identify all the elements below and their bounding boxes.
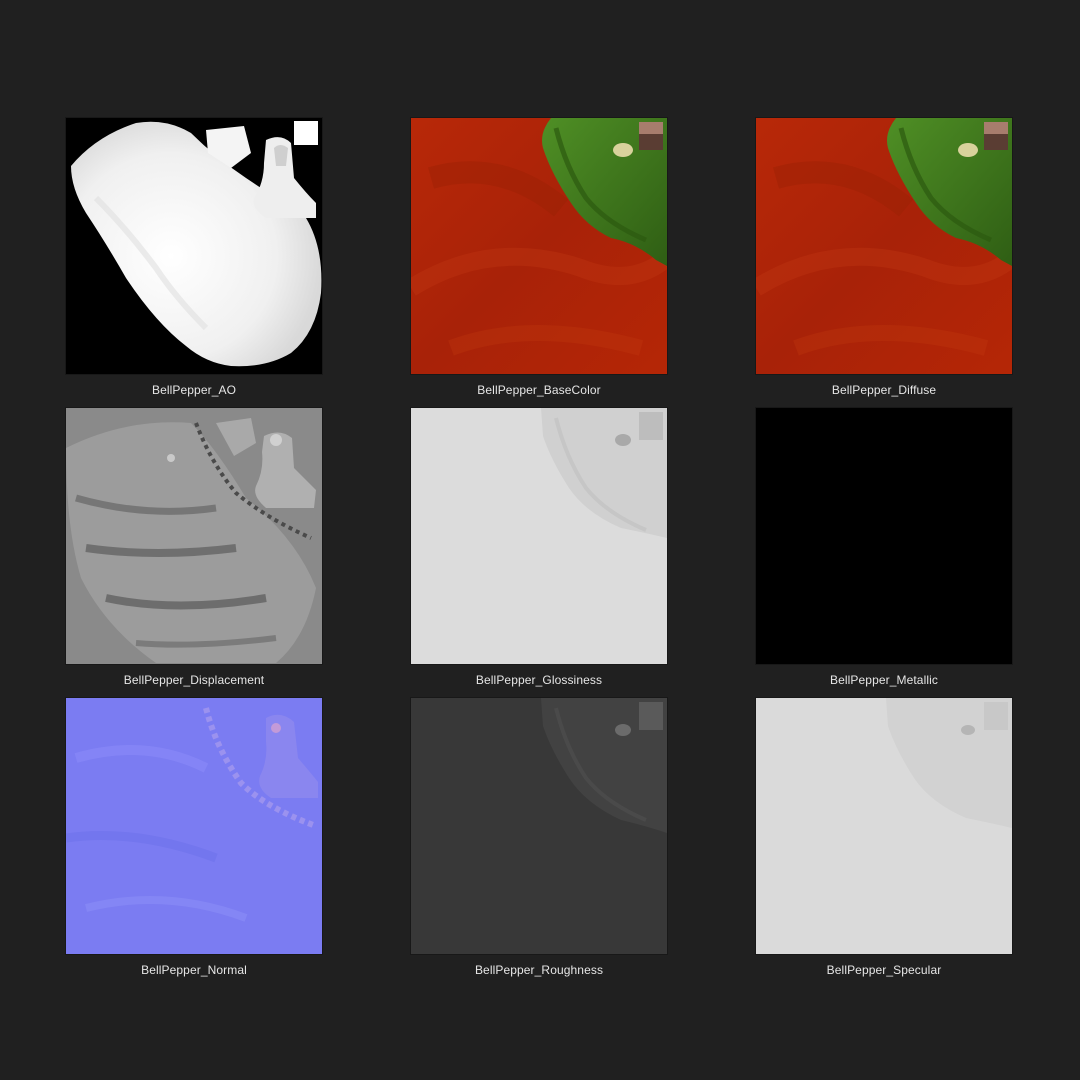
- ao-map-thumbnail[interactable]: [66, 118, 322, 374]
- texture-gallery: BellPepper_AO BellPepper_BaseColor BellP…: [0, 0, 1080, 1080]
- texture-tile-ao[interactable]: BellPepper_AO: [66, 118, 322, 408]
- texture-label: BellPepper_Diffuse: [831, 383, 937, 397]
- texture-tile-normal[interactable]: BellPepper_Normal: [66, 698, 322, 988]
- texture-label: BellPepper_Glossiness: [475, 673, 603, 687]
- texture-label: BellPepper_Displacement: [123, 673, 265, 687]
- specular-map-thumbnail[interactable]: [756, 698, 1012, 954]
- texture-label: BellPepper_AO: [151, 383, 237, 397]
- texture-label: BellPepper_BaseColor: [477, 383, 601, 397]
- texture-tile-roughness[interactable]: BellPepper_Roughness: [411, 698, 667, 988]
- texture-label: BellPepper_Normal: [141, 963, 247, 977]
- texture-tile-diffuse[interactable]: BellPepper_Diffuse: [756, 118, 1012, 408]
- texture-label: BellPepper_Specular: [826, 963, 942, 977]
- texture-tile-glossiness[interactable]: BellPepper_Glossiness: [411, 408, 667, 698]
- glossiness-map-thumbnail[interactable]: [411, 408, 667, 664]
- roughness-map-thumbnail[interactable]: [411, 698, 667, 954]
- texture-label: BellPepper_Metallic: [830, 673, 938, 687]
- basecolor-map-thumbnail[interactable]: [411, 118, 667, 374]
- texture-tile-displacement[interactable]: BellPepper_Displacement: [66, 408, 322, 698]
- normal-map-thumbnail[interactable]: [66, 698, 322, 954]
- displacement-map-thumbnail[interactable]: [66, 408, 322, 664]
- texture-label: BellPepper_Roughness: [474, 963, 604, 977]
- texture-tile-metallic[interactable]: BellPepper_Metallic: [756, 408, 1012, 698]
- texture-grid: BellPepper_AO BellPepper_BaseColor BellP…: [66, 118, 1012, 988]
- diffuse-map-thumbnail[interactable]: [756, 118, 1012, 374]
- metallic-map-thumbnail[interactable]: [756, 408, 1012, 664]
- texture-tile-specular[interactable]: BellPepper_Specular: [756, 698, 1012, 988]
- texture-tile-basecolor[interactable]: BellPepper_BaseColor: [411, 118, 667, 408]
